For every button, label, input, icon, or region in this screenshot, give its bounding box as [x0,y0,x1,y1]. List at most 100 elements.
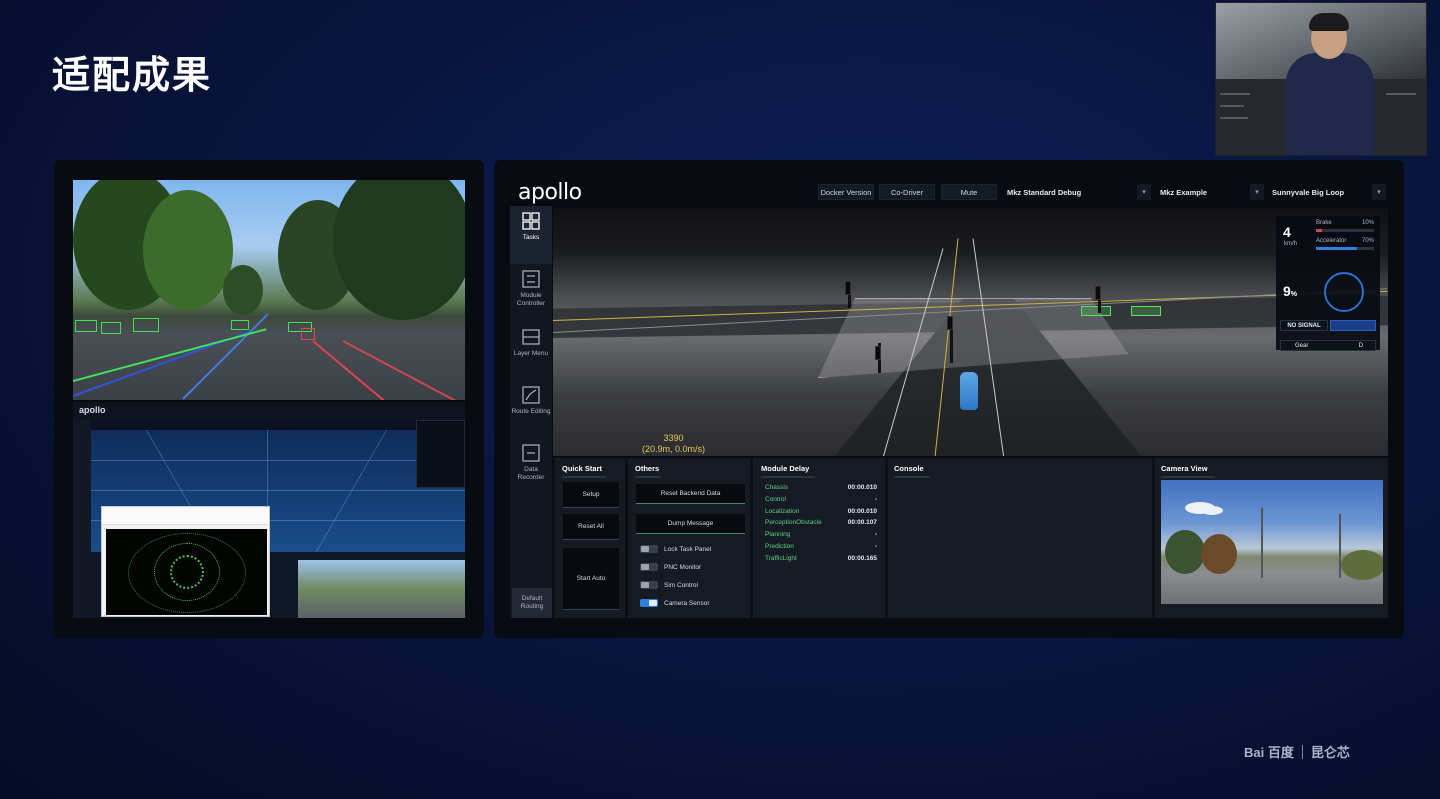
module-name: Chassis [765,484,789,491]
mini-camera-view [298,560,465,618]
mini-hud [416,420,465,488]
module-delay-value: - [874,531,877,539]
toggle-label: Sim Control [664,581,698,589]
module-delay-value: - [874,543,877,550]
toggle-row[interactable]: Camera Sensor [640,597,710,609]
module-name: Control [765,495,786,503]
nav-tasks-label: Tasks [522,234,540,241]
quick-start-title: Quick Start [562,464,603,473]
accelerator-bar [1316,247,1374,250]
module-name: TrafficLight [765,554,797,562]
lidar-point-cloud [106,529,267,615]
nav-route-editing-label: Route Editing [511,408,551,415]
grid-icon [522,212,540,230]
accelerator-value: 70% [1362,238,1375,244]
gear-status: Gear D [1280,340,1376,351]
others-card [628,458,750,618]
lidar-viewer-window[interactable] [101,506,270,617]
mode-select[interactable]: Mkz Standard Debug [1003,184,1135,200]
vehicle-select[interactable]: Mkz Example [1156,184,1248,200]
accelerator-label: Accelerator [1316,238,1347,244]
module-delay-row: Prediction - [765,543,877,553]
toggle-row[interactable]: PNC Monitor [640,561,701,573]
speed-value: 4 [1283,224,1291,240]
camera-detection-image [73,180,465,400]
camera-view-title: Camera View [1161,464,1208,473]
co-driver-button[interactable]: Co-Driver [879,184,935,200]
setup-button[interactable]: Setup [563,482,619,508]
module-controller-icon [522,270,540,288]
module-delay-value: - [874,495,877,503]
footer-brand: Bai 百度 昆仑芯 [1244,742,1350,761]
nav-route-editing[interactable]: Route Editing [510,380,552,438]
apollo-logo: apollo [518,180,582,205]
ego-vehicle-label: 3390 (20.9m, 0.0m/s) [642,433,706,454]
nav-data-recorder-label: Data Recorder [517,466,545,481]
kunlun-logo: 昆仑芯 [1310,745,1350,760]
nav-layer-menu-label: Layer Menu [513,350,549,357]
module-name: Prediction [765,543,794,550]
accelerator-bar-fill [1316,247,1357,250]
presenter-video [1215,2,1427,156]
nav-data-recorder[interactable]: Data Recorder [510,438,552,496]
brake-bar-fill [1316,229,1322,232]
nav-module-controller-label: Module Controller [516,292,546,307]
mute-button[interactable]: Mute [941,184,997,200]
console-card [888,458,1152,618]
module-delay-value: 00:00.010 [847,484,877,491]
steering-value: 9% [1283,283,1298,299]
chevron-down-icon[interactable]: ▾ [1250,184,1264,200]
toggle-switch[interactable] [640,563,658,571]
reset-all-button[interactable]: Reset All [563,514,619,540]
mini-apollo-logo: apollo [79,405,106,415]
console-title: Console [894,464,924,473]
toggle-label: PNC Monitor [664,563,702,571]
toggle-switch[interactable] [640,599,658,607]
presenter-body [1286,53,1374,155]
module-name: Planning [765,531,791,539]
module-delay-row: Localization 00:00.010 [765,508,877,518]
ego-vehicle [960,372,978,410]
mini-sidebar [73,420,91,618]
module-delay-row: Planning - [765,531,877,541]
baidu-logo: Bai 百度 [1244,745,1294,760]
toggle-switch[interactable] [640,545,658,553]
start-auto-button[interactable]: Start Auto [563,548,619,610]
others-title: Others [635,464,660,473]
data-recorder-icon [522,444,540,462]
toggle-label: Lock Task Panel [664,545,712,553]
toggle-row[interactable]: Lock Task Panel [640,543,711,555]
module-name: PerceptionObstacle [765,519,822,527]
chevron-down-icon[interactable]: ▾ [1137,184,1151,200]
nav-layer-menu[interactable]: Layer Menu [510,322,552,380]
speed-unit: km/h [1284,241,1298,247]
toggle-switch[interactable] [640,581,658,589]
toggle-label: Camera Sensor [664,599,710,607]
module-delay-row: TrafficLight 00:00.165 [765,555,877,565]
dump-message-button[interactable]: Dump Message [636,514,745,534]
module-delay-title: Module Delay [761,464,810,473]
nav-tasks[interactable]: Tasks [510,206,552,264]
route-editing-icon [522,386,540,404]
lidar-viewer-toolbar[interactable] [102,507,269,525]
layer-menu-icon [522,329,540,345]
reset-backend-data-button[interactable]: Reset Backend Data [636,484,745,504]
chevron-down-icon[interactable]: ▾ [1372,184,1386,200]
slide-title: 适配成果 [52,53,213,97]
toggle-row[interactable]: Sim Control [640,579,698,591]
docker-version-button[interactable]: Docker Version [818,184,874,200]
signal-status: NO SIGNAL [1280,320,1328,331]
module-delay-row: Control - [765,496,877,506]
map-select[interactable]: Sunnyvale Big Loop [1268,184,1370,200]
brake-value: 10% [1362,220,1375,226]
brake-label: Brake [1316,220,1332,226]
default-routing-button[interactable]: Default Routing [512,588,552,618]
nav-module-controller[interactable]: Module Controller [510,264,552,322]
3d-scene-view[interactable] [553,208,1388,456]
module-delay-value: 00:00.010 [847,507,877,515]
module-delay-row: PerceptionObstacle 00:00.107 [765,519,877,529]
module-delay-row: Chassis 00:00.010 [765,484,877,494]
signal-indicator [1330,320,1376,331]
brake-bar [1316,229,1374,232]
module-name: Localization [765,507,800,515]
